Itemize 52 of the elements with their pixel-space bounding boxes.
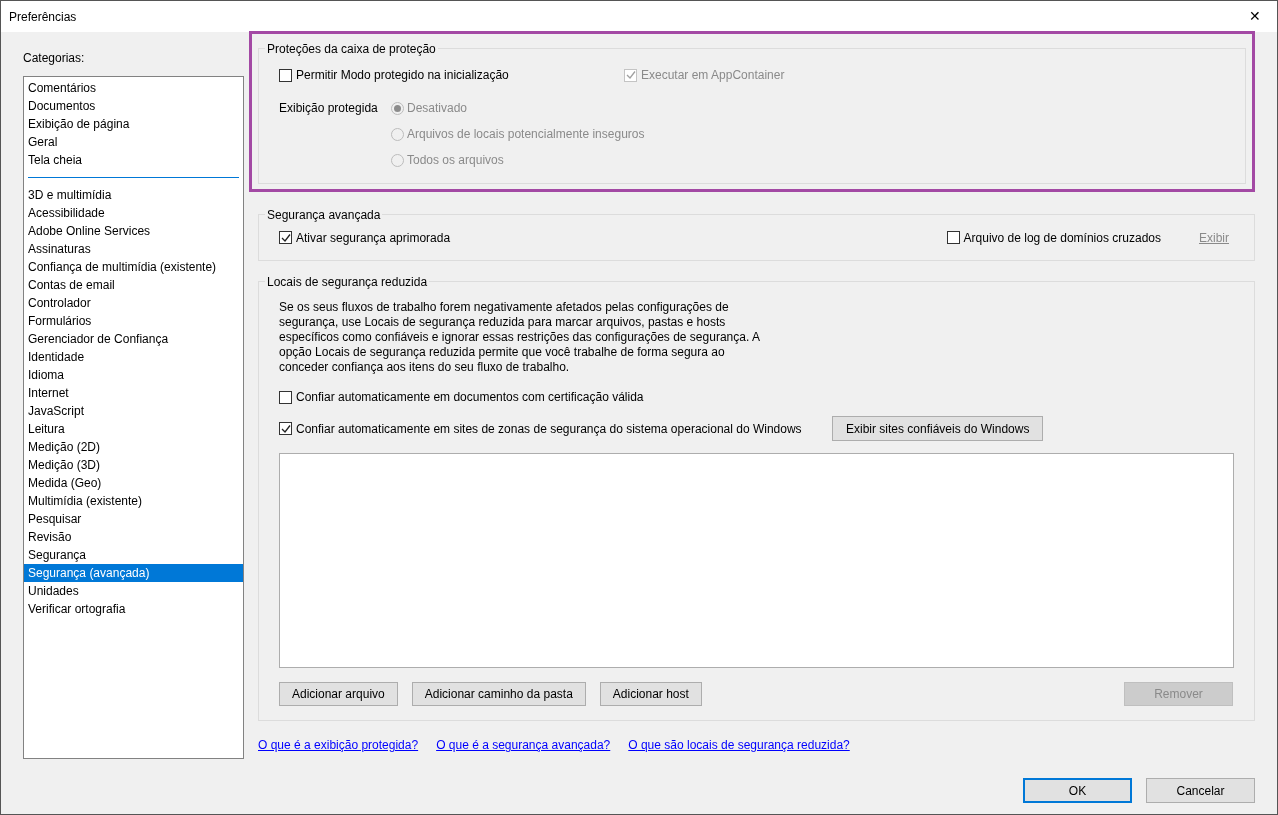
category-item[interactable]: Unidades: [24, 582, 243, 600]
checkbox[interactable]: Confiar automaticamente em documentos com certificação válida: [279, 388, 1234, 406]
category-item[interactable]: Pesquisar: [24, 510, 243, 528]
category-item[interactable]: Acessibilidade: [24, 204, 243, 222]
help-link[interactable]: O que é a segurança avançada?: [436, 736, 611, 754]
button[interactable]: Adicionar caminho da pasta: [411, 682, 586, 706]
category-item[interactable]: 3D e multimídia: [24, 186, 243, 204]
description-text: Se os seus fluxos de trabalho forem negativamente afetados pelas configurações de segurança, use Locais de segurança reduzida para marcar arquivos, pastas e hosts específicos como confiáveis e ignorar essas restrições das configurações de segurança. A opção Locais de segurança reduzida permite que você trabalhe de forma segura ao conceder confiança aos itens do seu fluxo de trabalho.: [279, 300, 761, 375]
dialog-button[interactable]: Cancelar: [1146, 778, 1255, 803]
checkmark-icon: [625, 70, 636, 80]
category-item[interactable]: Confiança de multimídia (existente): [24, 258, 243, 276]
category-item[interactable]: Comentários: [24, 79, 243, 97]
category-item[interactable]: Segurança (avançada): [24, 564, 243, 582]
button[interactable]: Adicionar arquivo: [279, 682, 398, 706]
locations-list[interactable]: [279, 453, 1234, 668]
category-item[interactable]: Adobe Online Services: [24, 222, 243, 240]
help-link[interactable]: O que é a exibição protegida?: [258, 736, 419, 754]
checkmark-icon: [280, 423, 291, 434]
category-item[interactable]: Exibição de página: [24, 115, 243, 133]
window-title: Preferências: [9, 8, 77, 26]
checkbox[interactable]: Confiar automaticamente em sites de zonas de segurança do sistema operacional do Windows: [279, 419, 832, 438]
category-item[interactable]: Identidade: [24, 348, 243, 366]
categories-label: Categorias:: [23, 50, 86, 67]
category-item[interactable]: Internet: [24, 384, 243, 402]
dialog-button[interactable]: OK: [1023, 778, 1132, 803]
category-item[interactable]: Revisão: [24, 528, 243, 546]
category-item[interactable]: Contas de email: [24, 276, 243, 294]
category-item[interactable]: Multimídia (existente): [24, 492, 243, 510]
checkbox[interactable]: Ativar segurança aprimorada: [279, 228, 947, 247]
category-item[interactable]: Controlador: [24, 294, 243, 312]
category-item[interactable]: Segurança: [24, 546, 243, 564]
protected-view-label: Exibição protegida: [279, 100, 379, 117]
category-item[interactable]: Documentos: [24, 97, 243, 115]
checkbox[interactable]: Permitir Modo protegido na inicialização: [279, 66, 624, 84]
help-link[interactable]: O que são locais de segurança reduzida?: [628, 736, 850, 754]
category-item[interactable]: Geral: [24, 133, 243, 151]
checkmark-icon: [280, 232, 291, 243]
category-item[interactable]: Idioma: [24, 366, 243, 384]
category-item[interactable]: Assinaturas: [24, 240, 243, 258]
button[interactable]: Exibir sites confiáveis do Windows: [832, 416, 1044, 441]
category-item[interactable]: Verificar ortografia: [24, 600, 243, 618]
category-item[interactable]: Medição (2D): [24, 438, 243, 456]
close-button[interactable]: ✕: [1233, 1, 1277, 32]
category-item[interactable]: Tela cheia: [24, 151, 243, 169]
checkbox[interactable]: Arquivo de log de domínios cruzados: [946, 228, 1161, 247]
category-item[interactable]: Gerenciador de Confiança: [24, 330, 243, 348]
category-item[interactable]: Medição (3D): [24, 456, 243, 474]
category-item[interactable]: Medida (Geo): [24, 474, 243, 492]
category-item[interactable]: Formulários: [24, 312, 243, 330]
button[interactable]: Adicionar host: [599, 682, 702, 706]
category-item[interactable]: Leitura: [24, 420, 243, 438]
category-item[interactable]: JavaScript: [24, 402, 243, 420]
